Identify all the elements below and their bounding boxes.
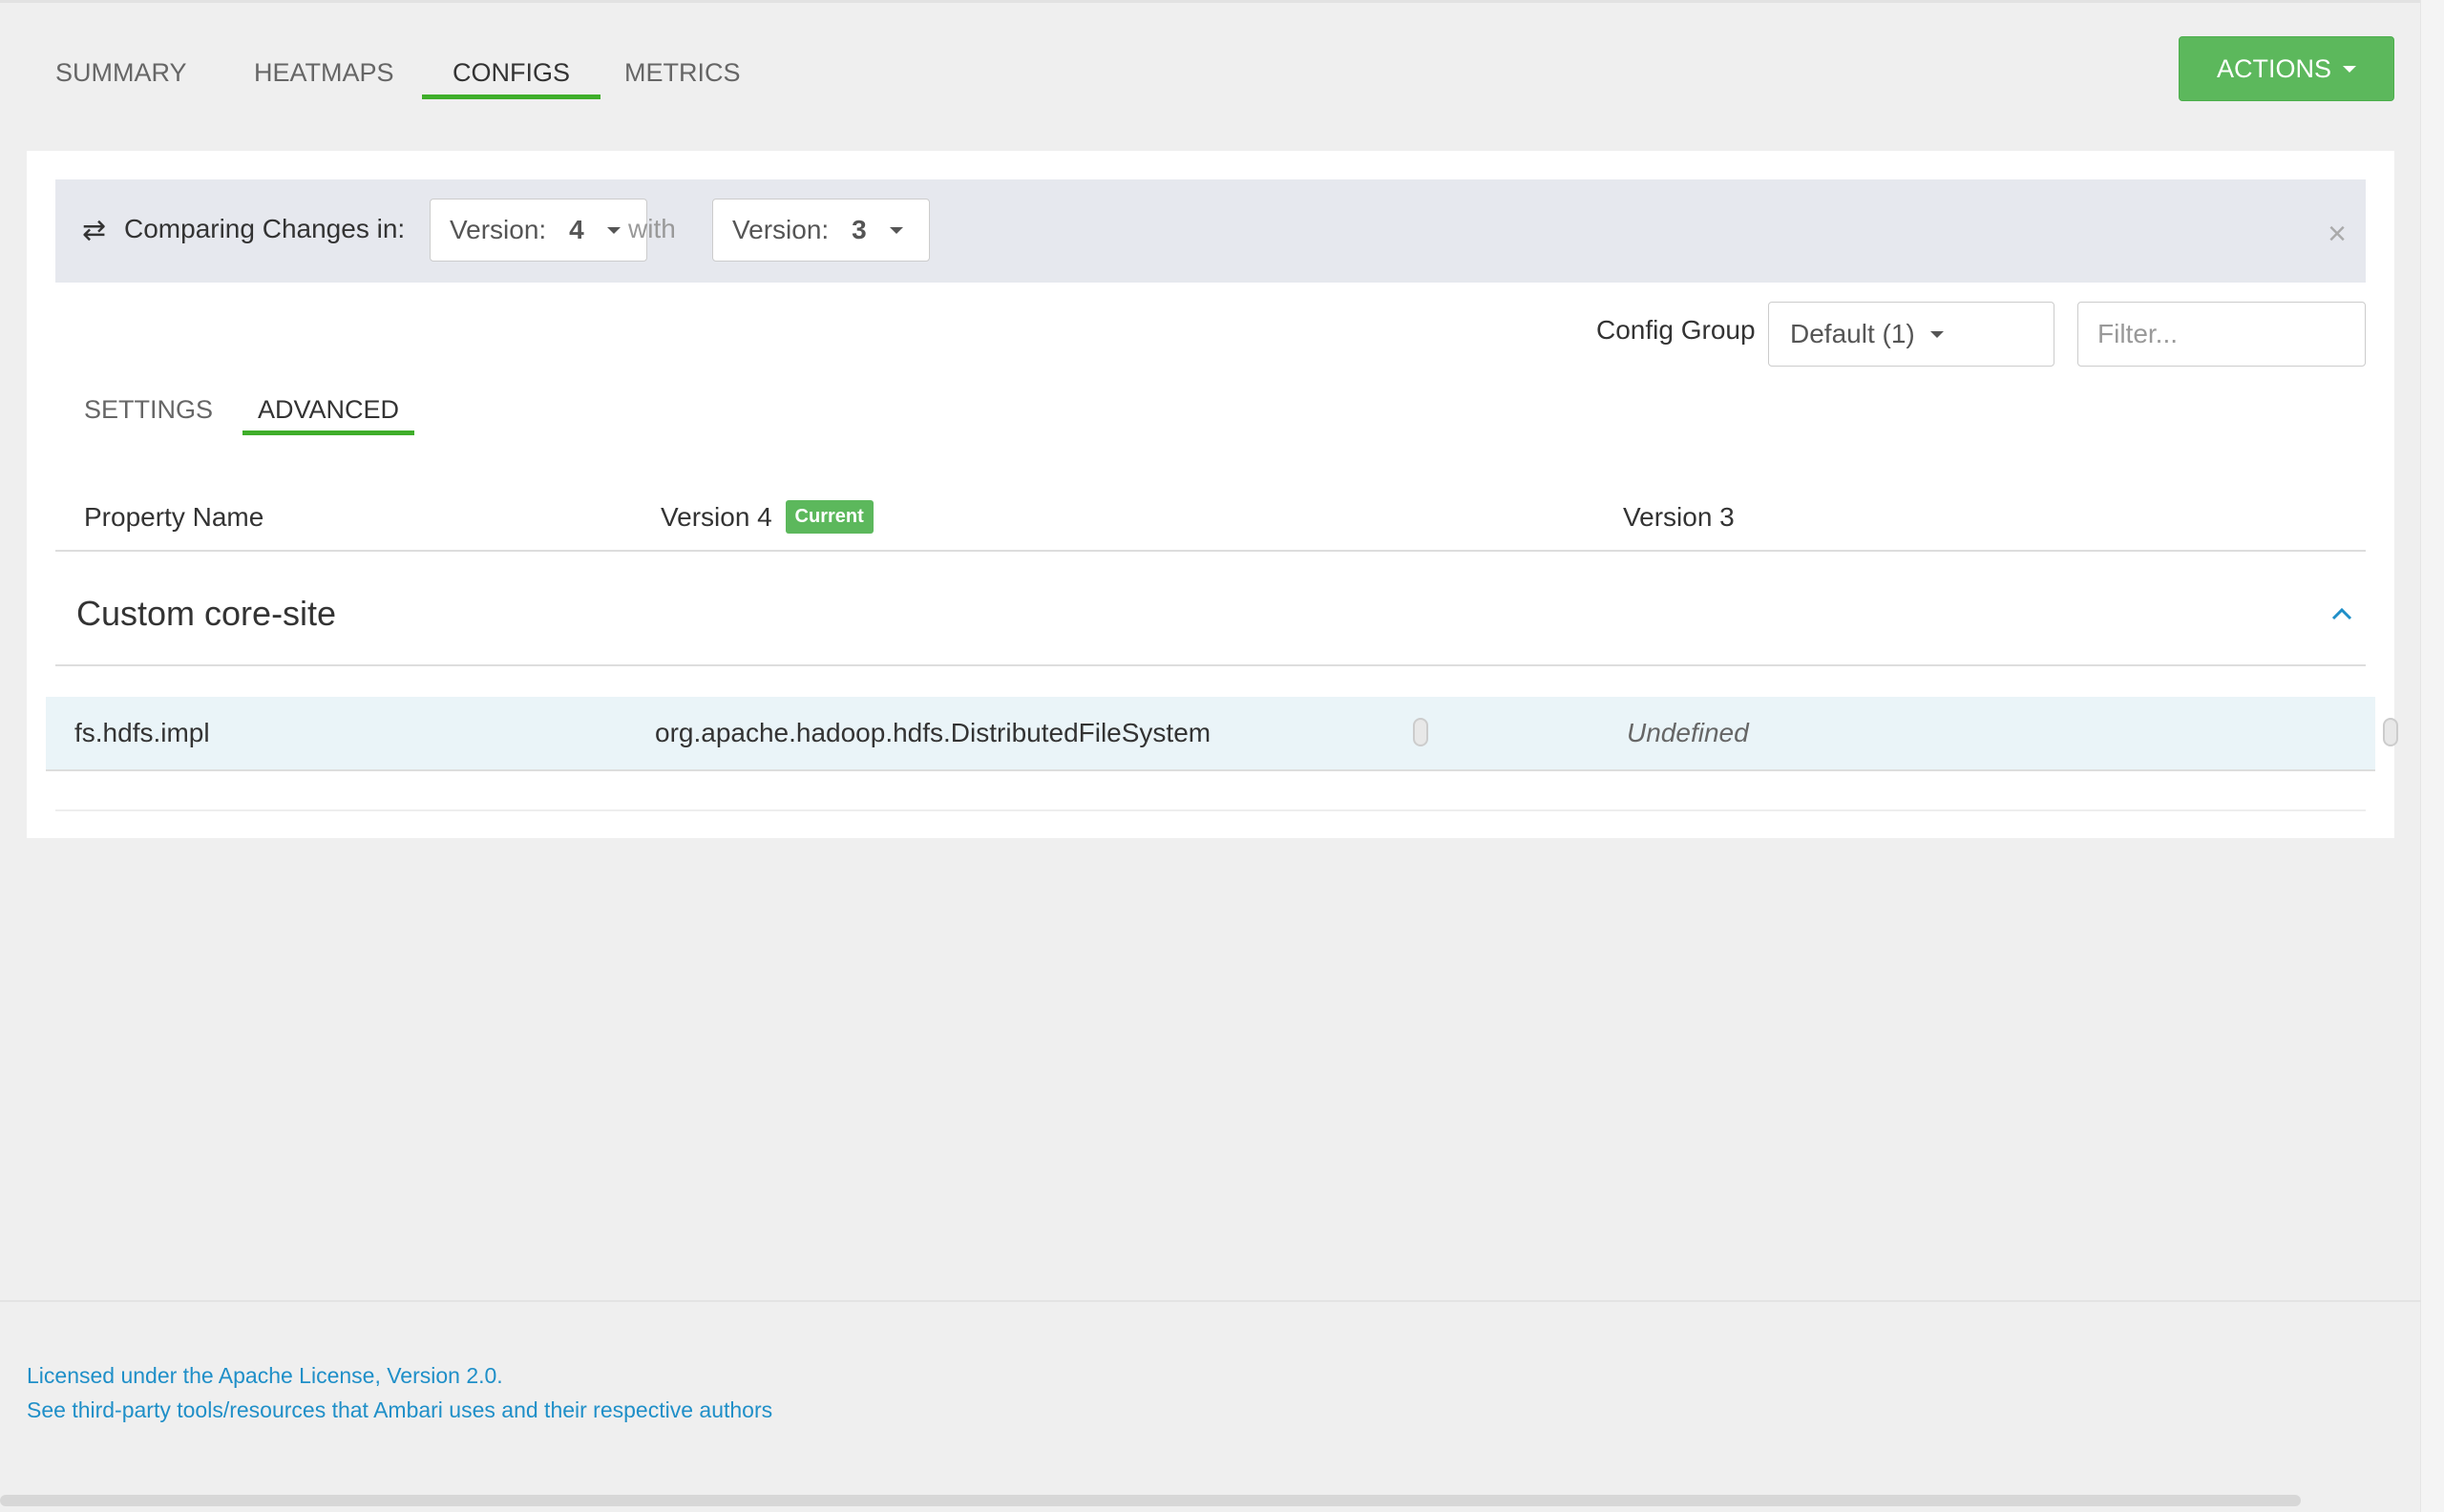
property-value-version-b: Undefined [1627,718,1749,747]
window-edge [2420,0,2444,1512]
current-badge: Current [785,500,874,535]
tab-configs[interactable]: CONFIGS [422,46,601,99]
filter-input[interactable] [2078,303,2444,366]
version-a-label: Version 4 [661,502,772,532]
caret-down-icon [889,226,903,234]
column-header-version-a: Version 4 Current [661,500,874,536]
compare-label: Comparing Changes in: [124,214,406,243]
version-select-value: 4 [569,215,584,244]
license-link[interactable]: Licensed under the Apache License, Versi… [27,1363,503,1389]
close-icon[interactable]: × [2328,216,2347,253]
column-header-version-b: Version 3 [1623,502,1735,532]
top-border [0,0,2444,3]
tab-metrics[interactable]: METRICS [594,46,771,99]
tab-advanced[interactable]: ADVANCED [242,384,415,435]
third-party-link[interactable]: See third-party tools/resources that Amb… [27,1397,772,1423]
left-version-select[interactable]: Version: 4 [430,199,647,262]
version-select-label: Version: [732,215,830,244]
filter-control [2077,302,2444,367]
caret-down-icon [1929,330,1944,338]
table-row: fs.hdfs.impl org.apache.hadoop.hdfs.Dist… [46,697,2398,771]
version-select-label: Version: [450,215,547,244]
column-header-property-name: Property Name [84,502,264,532]
actions-button[interactable]: ACTIONS [2179,36,2394,101]
config-group-select[interactable]: Default (1) [1768,302,2054,367]
config-group-label: Config Group [1596,315,1756,345]
tab-summary[interactable]: SUMMARY [25,46,218,99]
compare-bar: ⇄ Comparing Changes in: Version: 4 with … [55,179,2366,283]
chevron-up-icon[interactable] [2328,599,2356,628]
config-group-value: Default (1) [1790,319,1915,348]
tab-settings[interactable]: SETTINGS [69,384,228,435]
property-name: fs.hdfs.impl [74,718,210,747]
section-divider [55,664,2366,666]
exchange-icon: ⇄ [82,215,107,246]
value-toggle[interactable] [2383,718,2398,746]
caret-down-icon [606,226,621,234]
right-version-select[interactable]: Version: 3 [712,199,930,262]
caret-down-icon [2343,65,2356,73]
header-divider [55,550,2366,552]
version-select-value: 3 [852,215,867,244]
horizontal-scrollbar[interactable] [0,1495,2301,1506]
config-compare-panel: ⇄ Comparing Changes in: Version: 4 with … [27,151,2444,838]
value-toggle[interactable] [1413,718,1428,746]
section-title: Custom core-site [76,594,337,633]
actions-label: ACTIONS [2216,53,2331,83]
footer-divider [0,1300,2421,1302]
property-value-version-a: org.apache.hadoop.hdfs.DistributedFileSy… [655,718,1211,747]
tab-heatmaps[interactable]: HEATMAPS [223,46,425,99]
table-bottom-divider [55,809,2366,811]
with-label: with [628,214,676,243]
